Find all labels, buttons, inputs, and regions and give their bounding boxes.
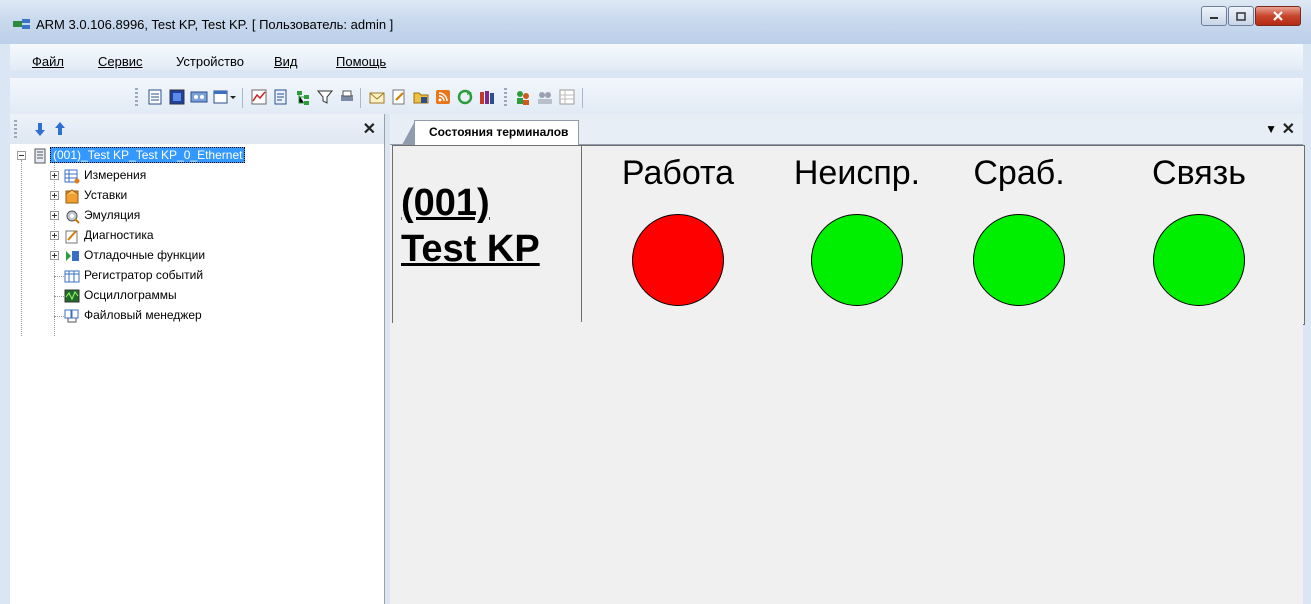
- indicator-label-work: Работа: [621, 154, 735, 192]
- maximize-icon: [1236, 11, 1246, 21]
- dropdown-arrow-icon[interactable]: [228, 88, 238, 106]
- expand-icon[interactable]: [50, 171, 59, 180]
- indicator-led-trip: [973, 214, 1065, 306]
- folder-icon[interactable]: [412, 88, 430, 106]
- file-manager-icon: [64, 309, 79, 323]
- device-tree-panel: ✕ (001)_Test KP_Test KP_0_Ethernet Измер…: [10, 114, 385, 604]
- diagnostics-icon: [65, 230, 78, 244]
- terminal-status-panel: (001) Test KP Работа Неиспр. Сраб. Связь: [392, 145, 1305, 325]
- toolbar-separator: [582, 88, 583, 108]
- tab-strip: Состояния терминалов ▼ ✕: [390, 114, 1303, 145]
- menu-bar: Файл Сервис Устройство Вид Помощь: [10, 44, 1303, 70]
- toolbar: [10, 78, 1303, 114]
- menu-file[interactable]: Файл: [32, 54, 64, 69]
- tree-item-emulation[interactable]: Эмуляция: [10, 206, 384, 226]
- tree-item-settings[interactable]: Уставки: [10, 186, 384, 206]
- window-title: ARM 3.0.106.8996, Test KP, Test KP. [ По…: [36, 17, 394, 32]
- rss-icon[interactable]: [434, 88, 452, 106]
- minimize-icon: [1210, 17, 1218, 19]
- app-icon: [13, 19, 30, 29]
- tree-item-event-recorder[interactable]: Регистратор событий: [10, 266, 384, 286]
- measurements-icon: [64, 169, 80, 184]
- tree-item-measurements[interactable]: Измерения: [10, 166, 384, 186]
- arrow-down-icon[interactable]: [32, 121, 48, 137]
- indicator-label-trip: Сраб.: [973, 154, 1065, 192]
- expand-icon[interactable]: [50, 211, 59, 220]
- minimize-button[interactable]: [1201, 6, 1227, 26]
- indicator-led-fault: [811, 214, 903, 306]
- device-name-link[interactable]: (001) Test KP: [401, 180, 579, 272]
- connect-icon[interactable]: [190, 88, 208, 106]
- toolbar-separator: [360, 88, 361, 108]
- device-icon: [34, 148, 46, 164]
- grid-icon[interactable]: [558, 88, 576, 106]
- expand-icon[interactable]: [50, 191, 59, 200]
- maximize-button[interactable]: [1228, 6, 1254, 26]
- report-icon[interactable]: [272, 88, 290, 106]
- close-button[interactable]: [1255, 6, 1301, 26]
- device-name-line2: Test KP: [401, 228, 540, 270]
- tree-item-oscillograms[interactable]: Осциллограммы: [10, 286, 384, 306]
- empty-workspace: [390, 323, 1303, 604]
- device-tree-header: ✕: [10, 114, 384, 144]
- panel-grip[interactable]: [14, 120, 17, 138]
- mail-icon[interactable]: [368, 88, 386, 106]
- arrow-up-icon[interactable]: [52, 121, 68, 137]
- tree-item-file-manager[interactable]: Файловый менеджер: [10, 306, 384, 326]
- list-icon[interactable]: [146, 88, 164, 106]
- expand-icon[interactable]: [50, 231, 59, 240]
- indicator-label-fault: Неиспр.: [793, 154, 921, 192]
- menu-view[interactable]: Вид: [274, 54, 298, 69]
- tab-list-dropdown-icon[interactable]: ▼: [1265, 122, 1277, 136]
- indicator-label-link: Связь: [1152, 154, 1246, 192]
- event-log-icon: [64, 270, 80, 283]
- tab-terminal-states[interactable]: Состояния терминалов: [401, 120, 580, 145]
- menu-service[interactable]: Сервис: [98, 54, 143, 69]
- tab-close-button[interactable]: ✕: [1282, 119, 1295, 139]
- tree-root-label: (001)_Test KP_Test KP_0_Ethernet: [50, 147, 246, 163]
- settings-box-icon: [65, 189, 79, 204]
- document-area: Состояния терминалов ▼ ✕ (001) Test KP Р…: [390, 114, 1305, 604]
- tree-item-diagnostics[interactable]: Диагностика: [10, 226, 384, 246]
- menu-help[interactable]: Помощь: [336, 54, 386, 69]
- tree-root-node[interactable]: (001)_Test KP_Test KP_0_Ethernet: [10, 146, 384, 166]
- edit-icon[interactable]: [390, 88, 408, 106]
- filter-icon[interactable]: [316, 88, 334, 106]
- tree-structure-icon[interactable]: [294, 88, 312, 106]
- print-icon[interactable]: [338, 88, 356, 106]
- toolbar-grip[interactable]: [135, 88, 138, 108]
- collapse-icon[interactable]: [17, 151, 26, 160]
- close-icon: [1273, 11, 1283, 21]
- toolbar-separator: [242, 88, 243, 108]
- indicator-led-work: [632, 214, 724, 306]
- tab-label: Состояния терминалов: [429, 125, 569, 139]
- oscillogram-icon: [64, 289, 80, 303]
- group-icon[interactable]: [536, 88, 554, 106]
- chart-icon[interactable]: [250, 88, 268, 106]
- toolbar-grip[interactable]: [504, 88, 507, 108]
- users-icon[interactable]: [514, 88, 532, 106]
- device-name-line1: (001): [401, 182, 490, 224]
- device-name-box: (001) Test KP: [393, 146, 582, 322]
- menu-device[interactable]: Устройство: [176, 54, 244, 69]
- app-window: ARM 3.0.106.8996, Test KP, Test KP. [ По…: [0, 0, 1311, 604]
- refresh-icon[interactable]: [456, 88, 474, 106]
- expand-icon[interactable]: [50, 251, 59, 260]
- select-icon[interactable]: [168, 88, 186, 106]
- indicator-led-link: [1153, 214, 1245, 306]
- title-bar[interactable]: ARM 3.0.106.8996, Test KP, Test KP. [ По…: [0, 0, 1311, 44]
- books-icon[interactable]: [478, 88, 496, 106]
- panel-close-button[interactable]: ✕: [363, 119, 376, 139]
- debug-icon: [66, 251, 79, 261]
- tree-item-debug-functions[interactable]: Отладочные функции: [10, 246, 384, 266]
- emulation-icon: [66, 210, 80, 224]
